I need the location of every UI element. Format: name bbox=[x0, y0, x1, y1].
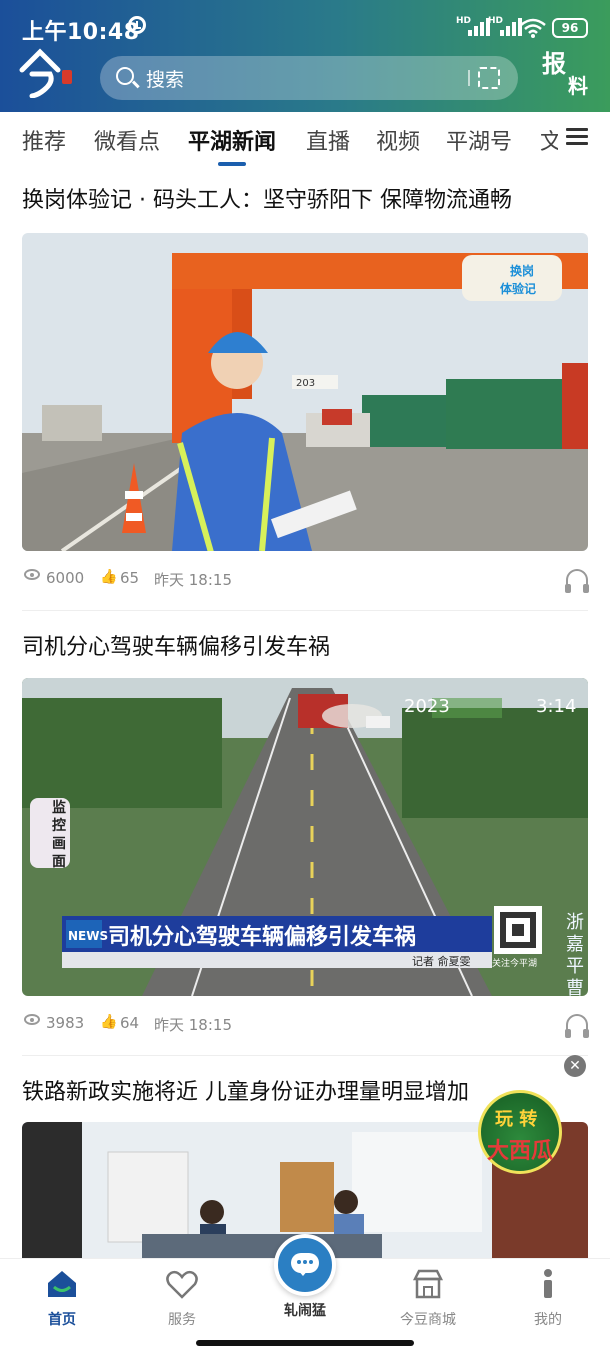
nav-mine-label: 我的 bbox=[534, 1312, 562, 1328]
alarm-icon bbox=[128, 16, 146, 34]
app-logo-icon bbox=[19, 48, 72, 98]
nav-home[interactable]: 首页 bbox=[22, 1267, 102, 1329]
headphone-icon[interactable] bbox=[565, 1014, 589, 1038]
like-icon[interactable]: 👍 bbox=[100, 1014, 117, 1030]
svg-text:监: 监 bbox=[52, 799, 66, 816]
news-meta: 3983 👍 64 昨天 18:15 bbox=[22, 1014, 589, 1038]
headphone-icon[interactable] bbox=[565, 569, 589, 593]
container-number: 203 bbox=[296, 378, 315, 389]
overlay-reporter: 记者 俞夏雯 bbox=[412, 954, 471, 968]
news-image[interactable]: 203 换岗 体验记 bbox=[22, 233, 588, 551]
chat-button[interactable] bbox=[274, 1234, 336, 1296]
battery-indicator: 96 bbox=[552, 18, 588, 38]
float-ad-banner[interactable]: 玩 转 大西瓜 bbox=[478, 1090, 562, 1174]
chat-dots-icon bbox=[297, 1260, 313, 1264]
news-title: 司机分心驾驶车辆偏移引发车祸 bbox=[22, 635, 331, 660]
search-bar[interactable]: 搜索 bbox=[100, 56, 518, 100]
overlay-headline: 司机分心驾驶车辆偏移引发车祸 bbox=[108, 924, 416, 950]
views-icon bbox=[24, 1014, 40, 1025]
tab-live[interactable]: 直播 bbox=[306, 124, 350, 156]
nav-chat-label: 轧闹猛 bbox=[284, 1303, 326, 1319]
report-label-1: 报 bbox=[542, 49, 566, 78]
nav-mall[interactable]: 今豆商城 bbox=[388, 1267, 468, 1329]
tab-pinghu-news[interactable]: 平湖新闻 bbox=[188, 124, 276, 166]
float-ad-line2: 大西瓜 bbox=[487, 1139, 554, 1164]
svg-text:嘉: 嘉 bbox=[566, 934, 584, 955]
tab-pinghuhao[interactable]: 平湖号 bbox=[446, 124, 512, 156]
report-button[interactable]: 报 料 bbox=[538, 44, 602, 100]
status-time: 上午10:48 bbox=[22, 20, 140, 45]
wifi-icon bbox=[520, 18, 546, 38]
home-icon bbox=[48, 1271, 76, 1297]
news-title: 换岗体验记 · 码头工人：坚守骄阳下 保障物流通畅 bbox=[22, 188, 512, 213]
scan-icon[interactable] bbox=[478, 67, 500, 89]
heart-icon bbox=[166, 1270, 198, 1299]
svg-text:体验记: 体验记 bbox=[500, 281, 536, 296]
overlay-qr: 关注今平湖 bbox=[492, 957, 537, 969]
likes-count: 65 bbox=[120, 569, 140, 587]
nav-service[interactable]: 服务 bbox=[142, 1267, 222, 1329]
news-meta: 6000 👍 65 昨天 18:15 bbox=[22, 569, 589, 593]
svg-text:面: 面 bbox=[52, 854, 66, 870]
overlay-timestamp-right: 3:14 bbox=[536, 696, 576, 717]
news-item[interactable]: 司机分心驾驶车辆偏移引发车祸 bbox=[22, 633, 588, 663]
news-item[interactable]: 铁路新政实施将近 儿童身份证办理量明显增加 bbox=[22, 1078, 492, 1108]
views-icon bbox=[24, 569, 40, 580]
views-count: 6000 bbox=[46, 569, 85, 587]
report-label-2: 料 bbox=[568, 74, 588, 98]
like-icon[interactable]: 👍 bbox=[100, 569, 117, 585]
svg-text:换岗: 换岗 bbox=[510, 263, 534, 278]
divider bbox=[22, 1055, 588, 1056]
menu-icon[interactable] bbox=[566, 128, 588, 146]
news-image[interactable]: 2023 3:14 监 控 画 面 NEWS 司机分心驾驶车辆偏移引发车祸 记者… bbox=[22, 678, 588, 996]
search-placeholder: 搜索 bbox=[146, 69, 185, 91]
publish-time: 昨天 18:15 bbox=[154, 1016, 232, 1034]
status-bar: 上午10:48 HD HD 96 bbox=[0, 0, 610, 52]
search-divider bbox=[468, 70, 470, 86]
svg-text:平: 平 bbox=[566, 956, 584, 977]
nav-mall-label: 今豆商城 bbox=[400, 1312, 456, 1328]
nav-mine[interactable]: 我的 bbox=[508, 1267, 588, 1329]
tab-weikandian[interactable]: 微看点 bbox=[94, 124, 160, 156]
views-count: 3983 bbox=[46, 1014, 85, 1032]
divider bbox=[22, 610, 588, 611]
svg-text:曹: 曹 bbox=[566, 978, 584, 996]
info-icon bbox=[544, 1269, 552, 1298]
svg-text:浙: 浙 bbox=[566, 912, 584, 933]
store-icon bbox=[412, 1269, 444, 1299]
overlay-timestamp-left: 2023 bbox=[404, 696, 450, 717]
app-header: 上午10:48 HD HD 96 搜索 报 料 bbox=[0, 0, 610, 112]
svg-text:画: 画 bbox=[52, 836, 66, 852]
tab-video[interactable]: 视频 bbox=[376, 124, 420, 156]
nav-service-label: 服务 bbox=[168, 1312, 196, 1328]
likes-count: 64 bbox=[120, 1014, 140, 1032]
publish-time: 昨天 18:15 bbox=[154, 571, 232, 589]
news-title: 铁路新政实施将近 儿童身份证办理量明显增加 bbox=[22, 1080, 469, 1105]
float-ad-line1: 玩 转 bbox=[495, 1109, 538, 1130]
search-icon bbox=[116, 67, 134, 85]
overlay-news: NEWS bbox=[68, 929, 108, 943]
close-ad-button[interactable]: ✕ bbox=[564, 1055, 586, 1077]
channel-tabs: 推荐 微看点 平湖新闻 直播 视频 平湖号 文 bbox=[0, 112, 610, 166]
svg-text:控: 控 bbox=[52, 817, 66, 834]
nav-home-label: 首页 bbox=[48, 1312, 76, 1328]
tab-recommend[interactable]: 推荐 bbox=[22, 124, 66, 156]
news-item[interactable]: 换岗体验记 · 码头工人：坚守骄阳下 保障物流通畅 bbox=[22, 186, 588, 216]
home-indicator[interactable] bbox=[196, 1340, 414, 1346]
tab-culture[interactable]: 文 bbox=[540, 124, 558, 156]
